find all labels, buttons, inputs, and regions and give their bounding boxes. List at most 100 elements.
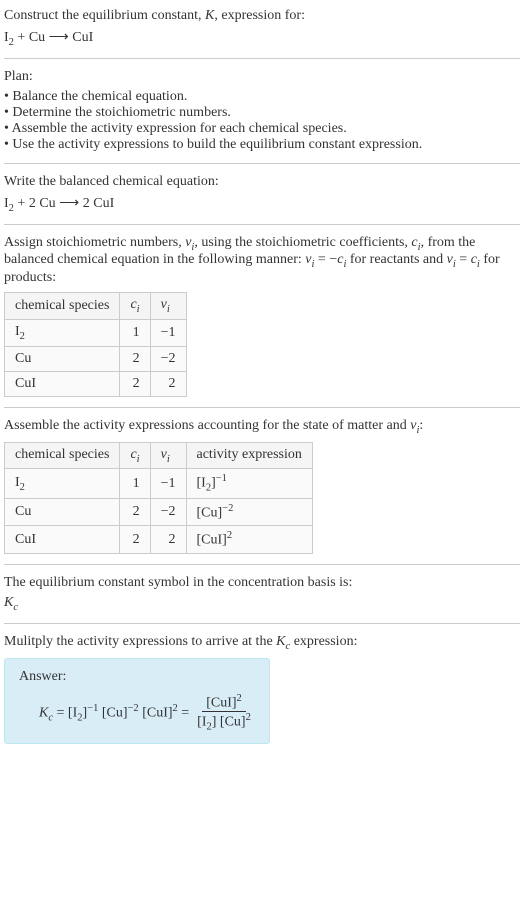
activity-table: chemical species ci νi activity expressi… xyxy=(4,442,313,555)
kc-c: c xyxy=(13,602,18,613)
cell-species: Cu xyxy=(5,498,120,526)
activity-section: Assemble the activity expressions accoun… xyxy=(4,418,520,554)
ft-sup: 2 xyxy=(237,693,242,704)
ans-t1sup: −1 xyxy=(87,703,98,714)
kc-k: K xyxy=(4,595,13,610)
cell-nui: −1 xyxy=(150,319,186,346)
stoich-table: chemical species ci νi I2 1 −1 Cu 2 −2 C… xyxy=(4,292,187,397)
ae-sup: 2 xyxy=(227,530,232,541)
fraction: [CuI]2 [I2] [Cu]2 xyxy=(193,693,255,733)
cell-species: Cu xyxy=(5,346,120,371)
sp-sub: 2 xyxy=(20,331,25,342)
plan-bullet-4: • Use the activity expressions to build … xyxy=(4,137,520,153)
act-b: : xyxy=(419,418,423,433)
ae-sup: −1 xyxy=(216,473,227,484)
fb-b: ] [Cu] xyxy=(212,715,246,730)
ans-eq2: = xyxy=(178,705,189,720)
plan-bullet-3: • Assemble the activity expression for e… xyxy=(4,121,520,137)
kc-expression: Kc = [I2]−1 [Cu]−2 [CuI]2 = [CuI]2 [I2] … xyxy=(19,693,255,733)
divider xyxy=(4,407,520,408)
th-nui: νi xyxy=(150,293,186,320)
cell-ci: 2 xyxy=(120,346,150,371)
eq-arrow: ⟶ xyxy=(49,28,69,44)
activity-text: Assemble the activity expressions accoun… xyxy=(4,418,520,436)
plan-bullet-1: • Balance the chemical equation. xyxy=(4,89,520,105)
th-nui: νi xyxy=(150,442,186,469)
cell-species: CuI xyxy=(5,526,120,554)
th-activity: activity expression xyxy=(186,442,312,469)
cell-nui: −1 xyxy=(150,469,186,498)
eq-rhs: CuI xyxy=(69,30,94,45)
stoich-section: Assign stoichiometric numbers, νi , using… xyxy=(4,235,520,397)
ans-t1a: [I xyxy=(68,705,77,720)
eq-plus-cu: + Cu xyxy=(14,30,49,45)
ans-k: K xyxy=(39,705,48,720)
ans-eq: = xyxy=(53,705,68,720)
multiply-text: Mulitply the activity expressions to arr… xyxy=(4,634,520,652)
ae-a: [I xyxy=(197,476,206,491)
stoich-text: Assign stoichiometric numbers, νi, using… xyxy=(4,235,520,287)
th-species: chemical species xyxy=(5,442,120,469)
cell-species: I2 xyxy=(5,469,120,498)
ans-t3a: [CuI] xyxy=(139,705,173,720)
cell-ci: 2 xyxy=(120,526,150,554)
fb-a: [I xyxy=(197,715,206,730)
cell-activity: [CuI]2 xyxy=(186,526,312,554)
answer-box: Answer: Kc = [I2]−1 [Cu]−2 [CuI]2 = [CuI… xyxy=(4,658,270,744)
table-row: CuI 2 2 xyxy=(5,371,187,396)
intro-text: Construct the equilibrium constant, K, e… xyxy=(4,8,520,24)
bal-arrow: ⟶ xyxy=(59,194,79,210)
sp-sub: 2 xyxy=(20,482,25,493)
cell-nui: −2 xyxy=(150,346,186,371)
table-row: CuI 2 2 [CuI]2 xyxy=(5,526,313,554)
cell-activity: [Cu]−2 xyxy=(186,498,312,526)
symbol-text: The equilibrium constant symbol in the c… xyxy=(4,575,520,591)
cell-ci: 1 xyxy=(120,469,150,498)
mul-kc-k: K xyxy=(276,634,285,649)
cell-ci: 2 xyxy=(120,371,150,396)
expr-lhs: Kc = [I2]−1 [Cu]−2 [CuI]2 = xyxy=(39,703,189,723)
th-ci: ci xyxy=(120,442,150,469)
divider xyxy=(4,163,520,164)
table-header-row: chemical species ci νi activity expressi… xyxy=(5,442,313,469)
fb-sup: 2 xyxy=(246,712,251,723)
ans-t2sup: −2 xyxy=(128,703,139,714)
ae-a: [CuI xyxy=(197,533,223,548)
divider xyxy=(4,623,520,624)
symbol-kc: Kc xyxy=(4,595,520,613)
divider xyxy=(4,564,520,565)
answer-label: Answer: xyxy=(19,669,255,685)
bal-rhs: 2 CuI xyxy=(79,196,114,211)
frac-numerator: [CuI]2 xyxy=(202,693,246,713)
plan-bullet-2: • Determine the stoichiometric numbers. xyxy=(4,105,520,121)
balanced-equation: I2 + 2 Cu ⟶ 2 CuI xyxy=(4,194,520,214)
st-a: Assign stoichiometric numbers, xyxy=(4,235,185,250)
act-a: Assemble the activity expressions accoun… xyxy=(4,418,410,433)
cell-nui: 2 xyxy=(150,371,186,396)
cell-ci: 1 xyxy=(120,319,150,346)
cell-nui: −2 xyxy=(150,498,186,526)
multiply-section: Mulitply the activity expressions to arr… xyxy=(4,634,520,744)
st-b: , using the stoichiometric coefficients, xyxy=(194,235,411,250)
mul-a: Mulitply the activity expressions to arr… xyxy=(4,634,276,649)
st-d: for reactants and xyxy=(346,252,446,267)
th-nu-i: i xyxy=(167,304,170,315)
plan-list: • Balance the chemical equation. • Deter… xyxy=(4,89,520,153)
cell-species: I2 xyxy=(5,319,120,346)
plan-section: Plan: • Balance the chemical equation. •… xyxy=(4,69,520,153)
intro-k: K xyxy=(205,8,214,23)
cell-nui: 2 xyxy=(150,526,186,554)
divider xyxy=(4,58,520,59)
cell-activity: [I2]−1 xyxy=(186,469,312,498)
symbol-section: The equilibrium constant symbol in the c… xyxy=(4,575,520,613)
intro-equation: I2 + Cu ⟶ CuI xyxy=(4,28,520,48)
ae-sup: −2 xyxy=(222,503,233,514)
frac-denominator: [I2] [Cu]2 xyxy=(193,712,255,732)
ft-a: [CuI] xyxy=(206,695,236,710)
th-nu-i: i xyxy=(167,453,170,464)
balanced-heading: Write the balanced chemical equation: xyxy=(4,174,520,190)
ans-t2a: [Cu] xyxy=(98,705,127,720)
intro-part-b: , expression for: xyxy=(214,8,305,23)
th-ci: ci xyxy=(120,293,150,320)
cell-species: CuI xyxy=(5,371,120,396)
